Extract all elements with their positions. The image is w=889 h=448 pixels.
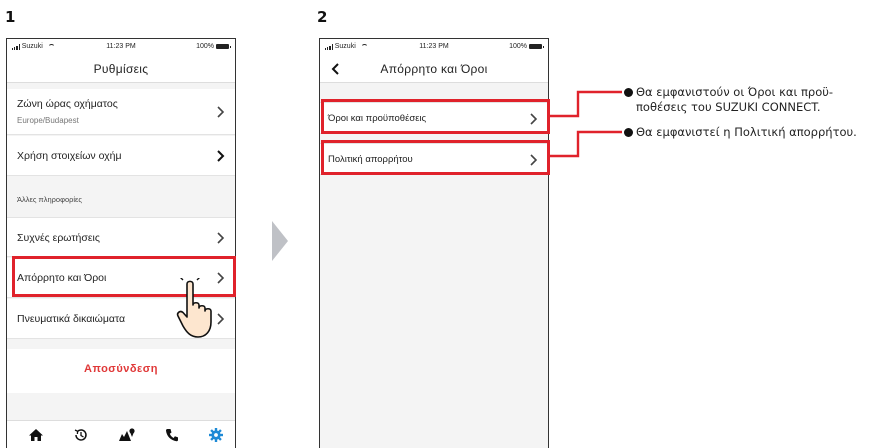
nav-bar: Ρυθμίσεις xyxy=(7,55,235,83)
status-bar: Suzuki 11:23 PM 100% xyxy=(7,39,235,55)
nav-bar: Απόρρητο και Όροι xyxy=(320,55,548,83)
phone-screen-settings: Suzuki 11:23 PM 100% Ρυθμίσεις Ζώνη ώρας… xyxy=(6,38,236,448)
chevron-right-icon xyxy=(217,232,225,244)
battery-icon xyxy=(216,44,231,49)
settings-icon[interactable] xyxy=(208,427,224,443)
chevron-right-icon xyxy=(217,106,225,118)
ip-rights-label: Πνευματικά δικαιώματα xyxy=(17,313,126,325)
settings-row-timezone[interactable]: Ζώνη ώρας οχήματος Europe/Budapest xyxy=(7,89,235,135)
highlight-privacy-policy xyxy=(321,140,550,175)
battery-percent: 100% xyxy=(509,43,527,50)
timezone-label: Ζώνη ώρας οχήματος xyxy=(17,98,118,110)
phone-icon[interactable] xyxy=(164,427,180,443)
logout-label: Αποσύνδεση xyxy=(84,363,158,375)
chevron-right-icon xyxy=(217,150,225,162)
battery-icon xyxy=(529,44,544,49)
callout-terms-line1: Θα εμφανιστούν οι Όροι και προϋ- xyxy=(636,85,834,99)
step-number-2: 2 xyxy=(317,8,328,26)
callout-connector-lines xyxy=(550,90,622,158)
page-title: Απόρρητο και Όροι xyxy=(380,62,488,76)
callout-terms-line2: ποθέσεις του SUZUKI CONNECT. xyxy=(636,100,821,114)
step-arrow-icon xyxy=(272,221,288,261)
bullet-icon xyxy=(624,88,633,97)
tap-hand-icon xyxy=(176,278,212,338)
faq-label: Συχνές ερωτήσεις xyxy=(17,232,100,244)
settings-row-vehicle-data[interactable]: Χρήση στοιχείων οχήμ xyxy=(7,136,235,176)
section-header-other-info: Άλλες πληροφορίες xyxy=(17,195,83,204)
highlight-terms-conditions xyxy=(321,99,550,134)
battery-percent: 100% xyxy=(196,43,214,50)
bullet-icon xyxy=(624,128,633,137)
logout-button[interactable]: Αποσύνδεση xyxy=(7,349,235,393)
page-title: Ρυθμίσεις xyxy=(93,62,149,76)
status-bar: Suzuki 11:23 PM 100% xyxy=(320,39,548,55)
timezone-value: Europe/Budapest xyxy=(17,116,79,125)
tab-bar xyxy=(7,420,235,448)
callout-privacy: Θα εμφανιστεί η Πολιτική απορρήτου. xyxy=(636,125,857,139)
history-icon[interactable] xyxy=(73,427,89,443)
step-number-1: 1 xyxy=(5,8,16,26)
home-icon[interactable] xyxy=(28,427,44,443)
map-icon[interactable] xyxy=(118,427,136,443)
callout-terms: Θα εμφανιστούν οι Όροι και προϋ- ποθέσει… xyxy=(636,85,833,115)
vehicle-data-label: Χρήση στοιχείων οχήμ xyxy=(17,150,122,162)
settings-row-faq[interactable]: Συχνές ερωτήσεις xyxy=(7,217,235,257)
